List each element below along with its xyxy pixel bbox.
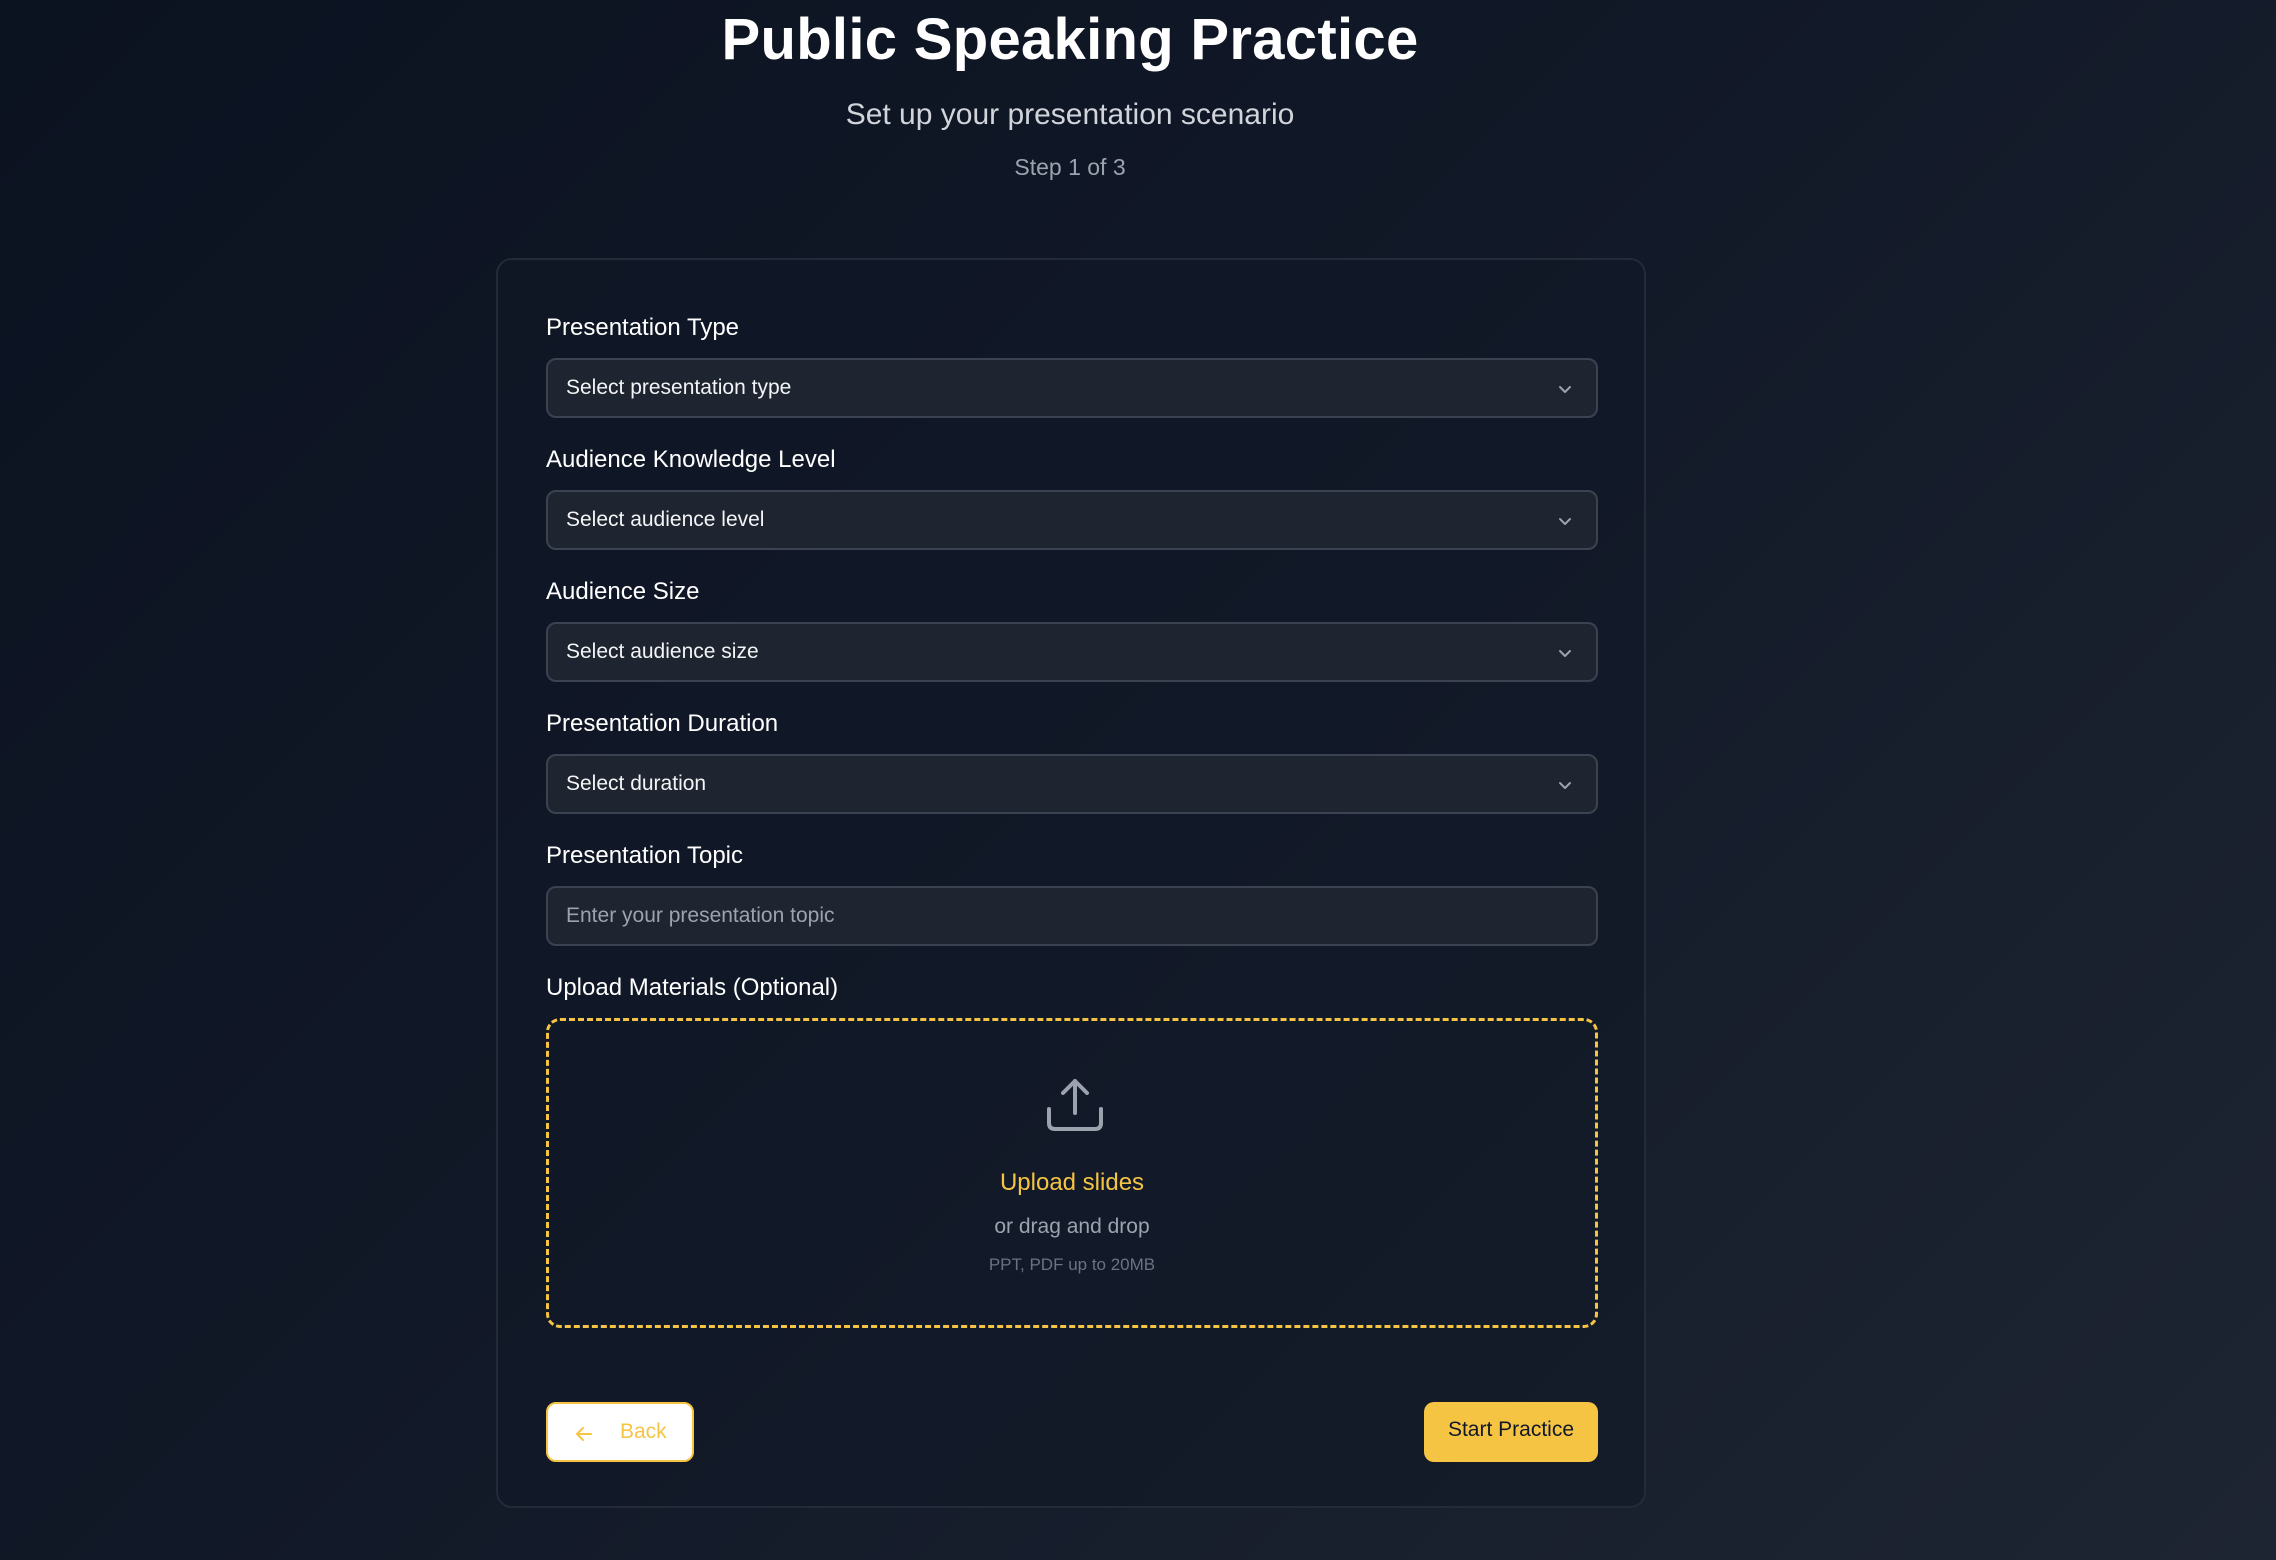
chevron-down-icon bbox=[1559, 518, 1571, 525]
audience-size-select[interactable]: Select audience size bbox=[546, 622, 1598, 682]
chevron-down-icon bbox=[1559, 782, 1571, 789]
upload-slides-link[interactable]: Upload slides bbox=[549, 1169, 1595, 1197]
scenario-form-card: Presentation Type Select presentation ty… bbox=[496, 258, 1646, 1508]
page-subtitle: Set up your presentation scenario bbox=[845, 98, 1295, 131]
back-button[interactable]: Back bbox=[546, 1402, 694, 1462]
file-type-hint: PPT, PDF up to 20MB bbox=[988, 1255, 1156, 1274]
duration-label: Presentation Duration bbox=[546, 710, 779, 737]
audience-level-label: Audience Knowledge Level bbox=[546, 446, 836, 473]
topic-label: Presentation Topic bbox=[546, 842, 744, 869]
audience-size-value: Select audience size bbox=[566, 640, 759, 663]
arrow-left-icon bbox=[576, 1427, 592, 1441]
chevron-down-icon bbox=[1559, 386, 1571, 393]
audience-size-label: Audience Size bbox=[546, 578, 700, 605]
presentation-type-value: Select presentation type bbox=[566, 376, 792, 399]
presentation-type-label: Presentation Type bbox=[546, 314, 740, 341]
audience-level-select[interactable]: Select audience level bbox=[546, 490, 1598, 550]
upload-label: Upload Materials (Optional) bbox=[546, 974, 839, 1001]
presentation-type-select[interactable]: Select presentation type bbox=[546, 358, 1598, 418]
topic-input[interactable] bbox=[546, 886, 1598, 946]
start-practice-label: Start Practice bbox=[1447, 1418, 1575, 1441]
audience-level-value: Select audience level bbox=[566, 508, 765, 531]
upload-dropzone[interactable]: Upload slides or drag and drop PPT, PDF … bbox=[546, 1018, 1598, 1328]
duration-select[interactable]: Select duration bbox=[546, 754, 1598, 814]
start-practice-button[interactable]: Start Practice bbox=[1424, 1402, 1598, 1462]
back-button-label: Back bbox=[620, 1420, 667, 1443]
step-indicator: Step 1 of 3 bbox=[1014, 154, 1126, 180]
chevron-down-icon bbox=[1559, 650, 1571, 657]
upload-icon bbox=[1047, 1079, 1103, 1131]
drag-drop-text: or drag and drop bbox=[994, 1215, 1150, 1238]
page-title: Public Speaking Practice bbox=[721, 7, 1419, 72]
duration-value: Select duration bbox=[566, 772, 707, 795]
